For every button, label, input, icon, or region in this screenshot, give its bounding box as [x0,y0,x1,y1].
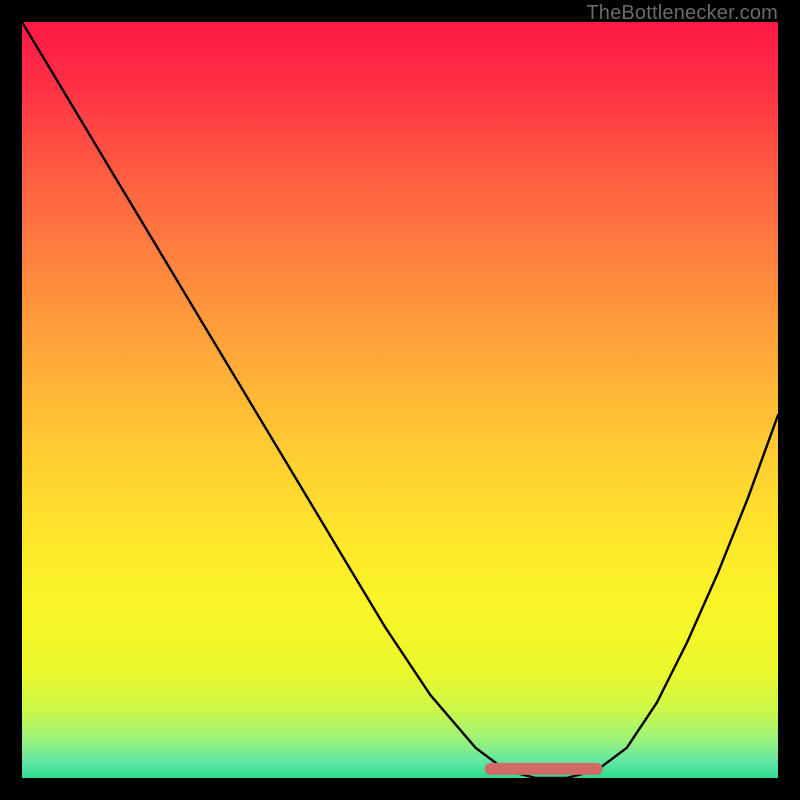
chart-svg [22,22,778,778]
chart-frame: TheBottlenecker.com [0,0,800,800]
watermark-text: TheBottlenecker.com [586,2,778,25]
gradient-background [22,22,778,778]
